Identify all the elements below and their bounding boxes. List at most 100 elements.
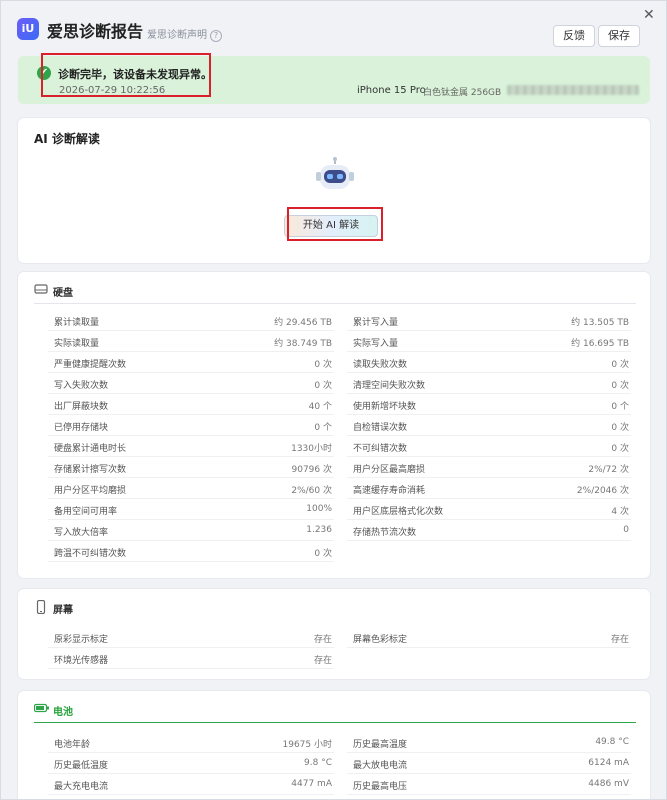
battery-row: 最大放电电流 6124 mA xyxy=(333,753,633,774)
row-value: 6124 mA xyxy=(588,758,629,768)
battery-title: 电池 xyxy=(53,707,73,718)
row-value: 0 次 xyxy=(611,423,629,433)
row-label: 使用新增坏块数 xyxy=(353,402,417,412)
disk-row: 用户区底层格式化次数 4 次 xyxy=(333,499,633,520)
row-label: 已停用存储块 xyxy=(54,423,109,433)
row-label: 累计写入量 xyxy=(353,318,399,328)
disk-row: 用户分区最高磨损 2%/72 次 xyxy=(333,457,633,478)
row-divider xyxy=(347,794,631,795)
disk-row: 使用新增坏块数 0 个 xyxy=(333,394,633,415)
row-value: 4477 mA xyxy=(291,779,332,789)
row-label: 历史最高温度 xyxy=(353,740,408,750)
disk-title: 硬盘 xyxy=(53,288,73,299)
row-label: 原彩显示标定 xyxy=(54,635,109,645)
row-value: 2%/2046 次 xyxy=(576,486,629,496)
row-value: 1330小时 xyxy=(291,444,332,454)
disk-row: 实际写入量 约 16.695 TB xyxy=(333,331,633,352)
row-value: 100% xyxy=(306,504,332,514)
disk-row: 跨温不可纠错次数 0 次 xyxy=(34,541,336,562)
row-label: 实际读取量 xyxy=(54,339,100,349)
disk-row: 用户分区平均磨损 2%/60 次 xyxy=(34,478,336,499)
row-label: 清理空间失败次数 xyxy=(353,381,426,391)
help-icon[interactable]: ? xyxy=(210,30,222,42)
row-divider xyxy=(48,561,334,562)
row-value: 约 13.505 TB xyxy=(571,318,629,328)
save-button[interactable]: 保存 xyxy=(598,25,640,47)
disk-row: 硬盘累计通电时长 1330小时 xyxy=(34,436,336,457)
disk-row: 实际读取量 约 38.749 TB xyxy=(34,331,336,352)
row-value: 19675 小时 xyxy=(282,740,333,750)
feedback-button[interactable]: 反馈 xyxy=(553,25,595,47)
disk-row: 读取失败次数 0 次 xyxy=(333,352,633,373)
row-label: 存储热节流次数 xyxy=(353,528,417,538)
row-label: 不可纠错次数 xyxy=(353,444,408,454)
highlight-box-ai xyxy=(287,207,383,241)
row-value: 0 次 xyxy=(314,549,332,559)
row-label: 跨温不可纠错次数 xyxy=(54,549,127,559)
row-value: 存在 xyxy=(610,635,629,645)
disclaimer-label: 爱思诊断声明 xyxy=(147,30,207,41)
disk-row: 存储热节流次数 0 xyxy=(333,520,633,541)
row-value: 0 次 xyxy=(611,444,629,454)
robot-icon xyxy=(316,157,354,189)
row-divider xyxy=(48,668,334,669)
disk-row: 累计读取量 约 29.456 TB xyxy=(34,310,336,331)
row-label: 用户分区最高磨损 xyxy=(353,465,426,475)
row-label: 环境光传感器 xyxy=(54,656,109,666)
disk-row: 备用空间可用率 100% xyxy=(34,499,336,520)
row-label: 高速缓存寿命消耗 xyxy=(353,486,426,496)
app-logo: iU xyxy=(17,18,39,40)
disk-section: 硬盘 累计读取量 约 29.456 TB 实际读取量 约 38.749 TB 严重健康提… xyxy=(18,272,650,578)
row-value: 0 次 xyxy=(611,381,629,391)
disk-row: 写入失败次数 0 次 xyxy=(34,373,336,394)
disk-row: 存储累计擦写次数 90796 次 xyxy=(34,457,336,478)
row-label: 备用空间可用率 xyxy=(54,507,118,517)
row-label: 用户分区平均磨损 xyxy=(54,486,127,496)
row-label: 历史最低温度 xyxy=(54,761,109,771)
disclaimer-link[interactable]: 爱思诊断声明? xyxy=(147,26,222,42)
disk-row: 累计写入量 约 13.505 TB xyxy=(333,310,633,331)
row-value: 0 个 xyxy=(314,423,332,433)
disk-row: 自检错误次数 0 次 xyxy=(333,415,633,436)
row-label: 存储累计擦写次数 xyxy=(54,465,127,475)
row-label: 硬盘累计通电时长 xyxy=(54,444,127,454)
row-value: 49.8 °C xyxy=(595,737,629,747)
battery-row: 电池年龄 19675 小时 xyxy=(34,732,336,753)
row-value: 40 个 xyxy=(308,402,332,412)
row-value: 2%/60 次 xyxy=(291,486,332,496)
row-value: 0 次 xyxy=(314,381,332,391)
disk-row: 清理空间失败次数 0 次 xyxy=(333,373,633,394)
row-label: 历史最高电压 xyxy=(353,782,408,792)
row-label: 严重健康提醒次数 xyxy=(54,360,127,370)
ai-card: AI 诊断解读 开始 AI 解读 xyxy=(18,118,650,263)
device-model: iPhone 15 Pro xyxy=(357,85,426,96)
row-label: 最大充电电流 xyxy=(54,782,109,792)
blurred-serial xyxy=(507,85,639,95)
row-label: 电池年龄 xyxy=(54,740,91,750)
report-window: iU 爱思诊断报告 爱思诊断声明? ✕ 反馈 保存 ✔ 诊断完毕，该设备未发现异… xyxy=(0,0,667,800)
row-label: 实际写入量 xyxy=(353,339,399,349)
row-label: 累计读取量 xyxy=(54,318,100,328)
highlight-box-result xyxy=(41,53,211,97)
row-value: 4 次 xyxy=(611,507,629,517)
row-value: 0 xyxy=(623,525,629,535)
row-divider xyxy=(347,647,631,648)
battery-section: 电池 电池年龄 19675 小时历史最低温度 9.8 °C 最大充电电流 4477 mA… xyxy=(18,691,650,799)
app-title: 爱思诊断报告 xyxy=(47,22,144,41)
disk-row: 严重健康提醒次数 0 次 xyxy=(34,352,336,373)
row-value: 0 个 xyxy=(611,402,629,412)
row-label: 屏幕色彩标定 xyxy=(353,635,408,645)
disk-row: 已停用存储块 0 个 xyxy=(34,415,336,436)
row-label: 写入放大倍率 xyxy=(54,528,109,538)
battery-icon xyxy=(34,703,49,713)
row-value: 9.8 °C xyxy=(304,758,332,768)
row-value: 存在 xyxy=(313,635,332,645)
close-icon[interactable]: ✕ xyxy=(643,7,655,23)
row-divider xyxy=(48,794,334,795)
row-value: 0 次 xyxy=(611,360,629,370)
disk-row: 高速缓存寿命消耗 2%/2046 次 xyxy=(333,478,633,499)
section-divider xyxy=(34,303,636,304)
row-value: 存在 xyxy=(313,656,332,666)
phone-icon xyxy=(36,600,46,614)
row-label: 写入失败次数 xyxy=(54,381,109,391)
